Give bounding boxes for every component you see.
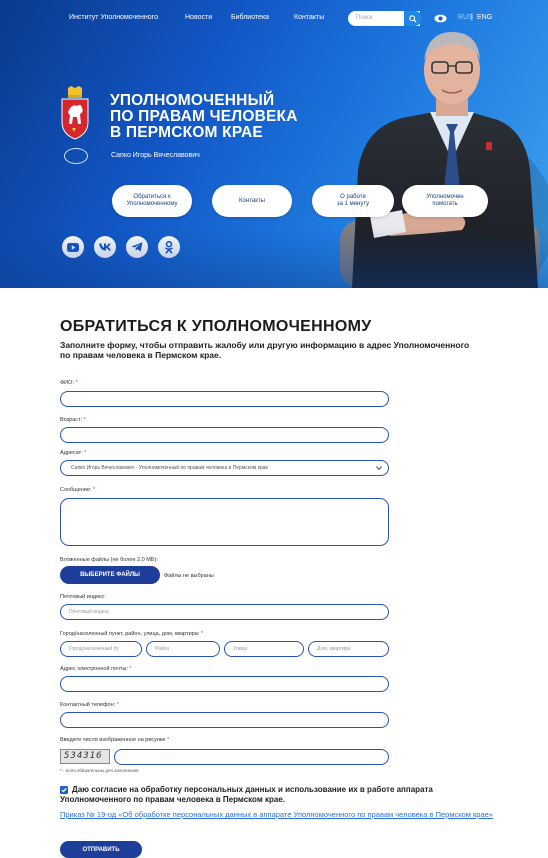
telegram-icon: [131, 242, 143, 252]
odnoklassniki-link[interactable]: [158, 236, 180, 258]
vk-link[interactable]: [94, 236, 116, 258]
ombudsman-portrait: [340, 32, 548, 288]
address-label: Город/населенный пункт, район, улица, до…: [60, 631, 204, 637]
form-title: ОБРАТИТЬСЯ К УПОЛНОМОЧЕННОМУ: [60, 318, 372, 335]
nav-link-library[interactable]: Библиотека: [231, 14, 269, 21]
city-field[interactable]: Город/населенный пу: [60, 641, 142, 657]
captcha-label: Введите число изображенное на рисунке *: [60, 737, 170, 743]
youtube-link[interactable]: [62, 236, 84, 258]
consent-text: Даю согласие на обработку персональных д…: [60, 785, 433, 804]
appeal-button[interactable]: Обратиться к Уполномоченному: [112, 185, 192, 217]
ombudsman-name: Сапко Игорь Вячеславович: [111, 152, 200, 159]
house-field[interactable]: Дом, квартира: [308, 641, 389, 657]
age-field[interactable]: [60, 427, 389, 443]
nav-link-institute[interactable]: Институт Уполномоченного: [69, 14, 158, 21]
email-label: Адрес электронной почты: *: [60, 666, 132, 672]
coat-of-arms-icon: [61, 86, 89, 140]
odnoklassniki-icon: [165, 240, 173, 254]
email-field[interactable]: [60, 676, 389, 692]
required-note: * - поля обязательны для заполнения: [60, 768, 139, 773]
nav-link-contacts[interactable]: Контакты: [294, 14, 324, 21]
captcha-image: 534316: [60, 749, 110, 764]
empowered-to-help-button[interactable]: Уполномочен помогать: [402, 185, 488, 217]
attachments-label: Вложенные файлы (не более 2,0 МБ):: [60, 557, 158, 563]
district-field[interactable]: Район: [146, 641, 220, 657]
about-work-button[interactable]: О работе за 1 минуту: [312, 185, 394, 217]
consent-checkbox[interactable]: [60, 786, 68, 794]
phone-label: Контактный телефон: *: [60, 702, 119, 708]
phone-field[interactable]: [60, 712, 389, 728]
youtube-icon: [67, 242, 79, 252]
postal-field[interactable]: Почтовый индекс: [60, 604, 389, 620]
hero-banner: Институт Уполномоченного Новости Библиот…: [0, 0, 548, 288]
submit-button[interactable]: ОТПРАВИТЬ: [60, 841, 142, 858]
telegram-link[interactable]: [126, 236, 148, 258]
message-textarea[interactable]: [60, 498, 389, 546]
privacy-order-link[interactable]: Приказ № 19-од «Об обработке персональны…: [60, 810, 500, 819]
postal-label: Почтовый индекс:: [60, 594, 106, 600]
file-status: Файлы не выбраны: [164, 573, 214, 579]
nav-link-news[interactable]: Новости: [185, 14, 212, 21]
page-title: УПОЛНОМОЧЕННЫЙ ПО ПРАВАМ ЧЕЛОВЕКА В ПЕРМ…: [110, 92, 298, 141]
captcha-field[interactable]: [114, 749, 389, 765]
contacts-button[interactable]: Контакты: [212, 185, 292, 217]
fio-label: ФИО: *: [60, 380, 78, 386]
addressee-select[interactable]: Сапко Игорь Вячеславович - Уполномоченны…: [60, 460, 389, 476]
street-field[interactable]: Улица: [224, 641, 304, 657]
ombudsman-logo: [64, 148, 88, 164]
vk-icon: [99, 243, 111, 251]
age-label: Возраст: *: [60, 417, 86, 423]
addressee-label: Адресат: *: [60, 450, 87, 456]
message-label: Сообщение: *: [60, 487, 96, 493]
choose-files-button[interactable]: ВЫБЕРИТЕ ФАЙЛЫ: [60, 566, 160, 584]
chevron-down-icon: [376, 466, 382, 471]
fio-field[interactable]: [60, 391, 389, 407]
form-intro: Заполните форму, чтобы отправить жалобу …: [60, 340, 470, 360]
checkmark-icon: [61, 787, 67, 793]
